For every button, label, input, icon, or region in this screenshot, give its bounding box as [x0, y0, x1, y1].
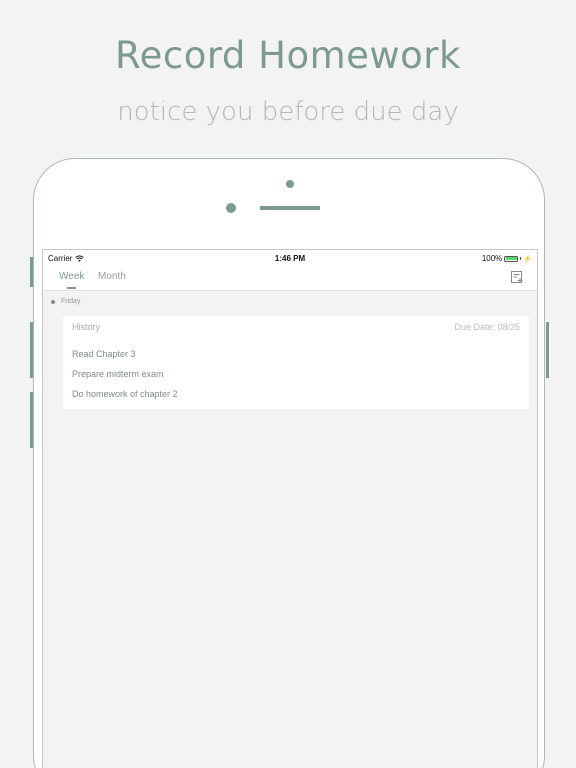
day-header: Friday	[51, 298, 80, 305]
tab-selected-indicator	[67, 287, 76, 289]
homework-item[interactable]: Do homework of chapter 2	[72, 389, 178, 399]
speaker-grille	[260, 206, 320, 210]
homework-item[interactable]: Read Chapter 3	[72, 349, 136, 359]
camera-icon	[286, 180, 294, 188]
battery-icon	[504, 255, 519, 262]
promo-subtitle: notice you before due day	[117, 97, 459, 127]
nav-bar: Week Month	[43, 266, 537, 291]
app-screen: Carrier 1:46 PM 100% ⚡ Week Month Friday…	[42, 249, 538, 768]
card-subject: History	[72, 322, 101, 332]
card-due-date: Due Date: 08/25	[454, 322, 520, 332]
homework-card[interactable]: History Due Date: 08/25 Read Chapter 3 P…	[63, 316, 529, 409]
homework-item[interactable]: Prepare midterm exam	[72, 369, 164, 379]
tab-week[interactable]: Week	[59, 271, 84, 282]
charging-icon: ⚡	[523, 255, 532, 263]
battery-indicator: 100% ⚡	[482, 254, 532, 263]
promo-page: Record Homework notice you before due da…	[0, 0, 576, 768]
status-bar: Carrier 1:46 PM 100% ⚡	[43, 250, 537, 266]
battery-tip	[520, 257, 522, 260]
battery-percent: 100%	[481, 254, 503, 263]
promo-title: Record Homework	[115, 34, 461, 77]
clock-time: 1:46 PM	[274, 254, 306, 263]
sensor-icon	[226, 203, 236, 213]
volume-down-button	[30, 392, 33, 448]
day-dot-icon	[51, 299, 55, 304]
day-label: Friday	[61, 298, 81, 305]
volume-up-button	[30, 322, 33, 378]
power-button	[546, 322, 549, 378]
note-add-icon[interactable]	[510, 270, 524, 284]
mute-switch	[30, 257, 33, 287]
tab-month[interactable]: Month	[98, 271, 126, 282]
